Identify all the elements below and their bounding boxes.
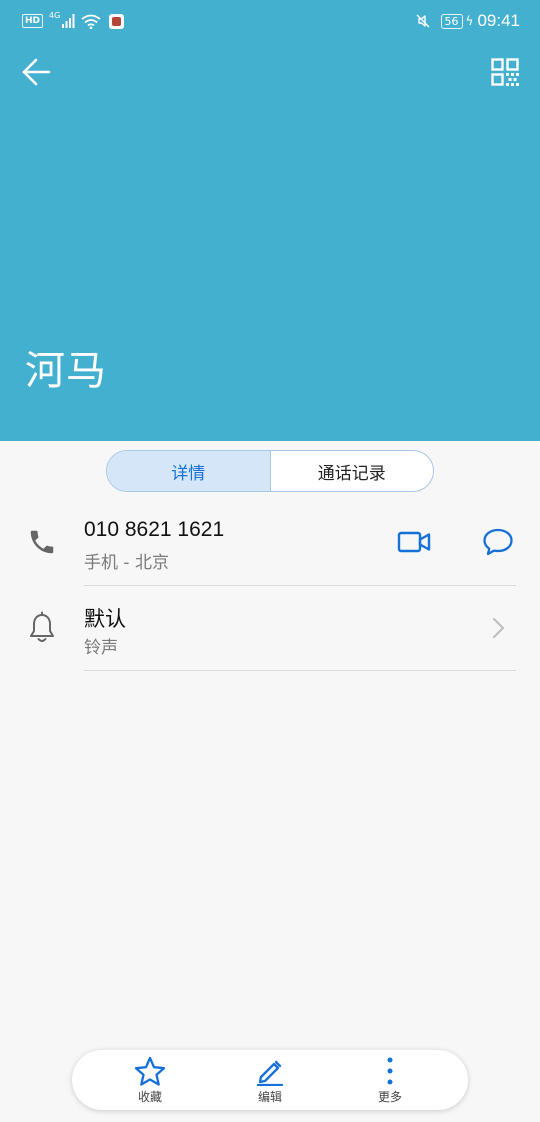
- status-bar: HD 4G 56 ϟ 09:41: [0, 0, 540, 42]
- edit-button[interactable]: 编辑: [230, 1050, 310, 1110]
- app-notification-icon: [109, 13, 125, 29]
- back-button[interactable]: [14, 52, 58, 92]
- message-icon: [483, 528, 513, 556]
- wifi-icon: [81, 14, 101, 29]
- tab-details[interactable]: 详情: [107, 451, 271, 491]
- chevron-right-icon: [484, 612, 512, 644]
- ringtone-entry[interactable]: 默认 铃声: [0, 586, 540, 672]
- network-type: 4G: [49, 10, 61, 20]
- message-button[interactable]: [476, 522, 520, 562]
- hd-badge: HD: [22, 14, 44, 28]
- phone-number: 010 8621 1621: [84, 518, 225, 541]
- more-label: 更多: [377, 1090, 402, 1104]
- phone-icon: [22, 522, 62, 562]
- phone-subtitle: 手机 - 北京: [84, 553, 169, 573]
- contact-name: 河马: [25, 348, 107, 394]
- clock: 09:41: [477, 11, 520, 30]
- video-call-icon: [397, 531, 431, 553]
- favorite-button[interactable]: 收藏: [110, 1050, 190, 1110]
- battery-icon: 56: [440, 13, 463, 29]
- divider: [84, 670, 516, 671]
- more-vertical-icon: [387, 1057, 393, 1085]
- signal-icon: [62, 14, 75, 28]
- phone-entry[interactable]: 010 8621 1621 手机 - 北京: [0, 500, 540, 586]
- edit-label: 编辑: [257, 1090, 282, 1104]
- favorite-label: 收藏: [137, 1090, 162, 1104]
- qr-code-button[interactable]: [486, 52, 524, 92]
- more-button[interactable]: 更多: [350, 1050, 430, 1110]
- charging-icon: ϟ: [465, 14, 474, 28]
- qr-code-icon: [491, 58, 519, 86]
- pencil-icon: [256, 1060, 284, 1086]
- mute-icon: [416, 14, 430, 28]
- contact-header: HD 4G 56 ϟ 09:41 河马: [0, 0, 540, 441]
- bell-icon: [22, 608, 62, 648]
- tab-call-log[interactable]: 通话记录: [271, 451, 434, 491]
- ringtone-subtitle: 铃声: [84, 638, 118, 658]
- video-call-button[interactable]: [392, 522, 436, 562]
- arrow-left-icon: [22, 58, 51, 86]
- detail-tabs: 详情 通话记录: [106, 450, 434, 492]
- bottom-action-bar: 收藏 编辑 更多: [72, 1050, 468, 1110]
- ringtone-title: 默认: [84, 608, 126, 631]
- star-icon: [134, 1056, 166, 1086]
